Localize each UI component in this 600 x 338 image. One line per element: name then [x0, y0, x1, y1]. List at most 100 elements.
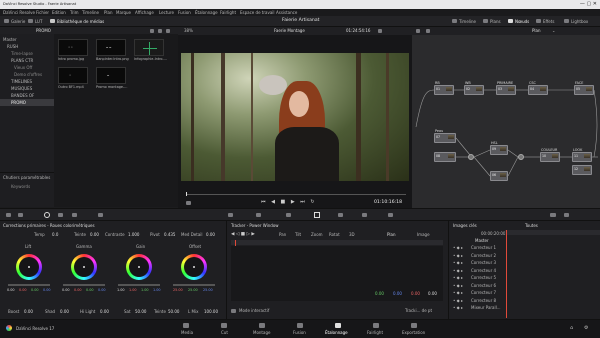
window-controls[interactable]: — ▢ ✕: [580, 1, 597, 7]
camera-raw-icon[interactable]: [6, 213, 11, 217]
pointer-icon[interactable]: [416, 29, 420, 33]
list-view-icon[interactable]: [150, 28, 154, 33]
bin-item-promo[interactable]: PROMO: [11, 101, 26, 105]
gallery-icon[interactable]: [4, 19, 9, 23]
bin-item-vieux[interactable]: Vieux Off: [14, 66, 32, 70]
node-wb[interactable]: WB 02: [464, 81, 484, 95]
tracker-ruler[interactable]: [231, 240, 443, 245]
clip-thumbnail[interactable]: [134, 39, 164, 56]
node-look[interactable]: LOOK 11: [572, 148, 592, 162]
viewer-mode-icon[interactable]: [186, 201, 191, 205]
layer-mixer-node[interactable]: [468, 154, 474, 160]
lut-button[interactable]: LUT: [35, 19, 42, 24]
viewer-options-icon[interactable]: [378, 29, 382, 33]
viewer-timecode[interactable]: 01:24:54:16: [346, 29, 370, 33]
offset-g[interactable]: 25.00: [188, 288, 198, 292]
tab-plan[interactable]: Plan: [387, 233, 396, 237]
lift-g[interactable]: 0.00: [31, 288, 39, 292]
tint-value[interactable]: 0.00: [90, 233, 99, 237]
menu-item-fairlight[interactable]: Fairlight: [220, 10, 236, 15]
clip-thumbnail[interactable]: ✦: [58, 67, 88, 84]
node-06[interactable]: 06: [490, 171, 508, 181]
keyframe-row[interactable]: Correcteur 4: [471, 268, 496, 273]
menu-item-timeline[interactable]: Timeline: [82, 10, 99, 15]
gain-b[interactable]: 1.00: [153, 288, 161, 292]
lightbox-button[interactable]: Lightbox: [571, 19, 588, 24]
offset-r[interactable]: 25.00: [173, 288, 183, 292]
chevron-down-icon[interactable]: ⌄: [552, 28, 555, 33]
deliver-page-icon[interactable]: [411, 323, 417, 328]
nodes-icon[interactable]: [508, 19, 513, 23]
scrubber[interactable]: [186, 194, 406, 195]
grid-view-icon[interactable]: [158, 28, 162, 33]
page-tab-edit[interactable]: Montage: [253, 331, 270, 335]
gain-r[interactable]: 1.00: [129, 288, 137, 292]
offset-b[interactable]: 25.00: [203, 288, 213, 292]
clips-button[interactable]: Plans: [490, 19, 501, 24]
gain-y[interactable]: 1.00: [117, 288, 125, 292]
keyframe-row[interactable]: Correcteur 5: [471, 276, 496, 280]
home-icon[interactable]: ⌂: [570, 326, 573, 331]
menu-item-playback[interactable]: Lecture: [159, 10, 174, 15]
gamma-wheel[interactable]: [71, 254, 97, 280]
smart-bin-keywords[interactable]: Keywords: [11, 185, 30, 189]
media-page-icon[interactable]: [183, 323, 189, 328]
menu-item-help[interactable]: Assistance: [276, 10, 297, 15]
bin-item-rush[interactable]: RUSH: [7, 45, 18, 49]
keyframe-row[interactable]: Correcteur 1: [471, 246, 496, 250]
menu-item-workspace[interactable]: Espace de travail: [240, 10, 275, 15]
curves-icon[interactable]: [98, 213, 103, 217]
temp-value[interactable]: 0.0: [52, 233, 58, 237]
page-tab-media[interactable]: Media: [181, 331, 193, 335]
node-12[interactable]: 12: [572, 165, 592, 175]
lut-icon[interactable]: [28, 19, 33, 23]
shadows-value[interactable]: 0.00: [60, 310, 69, 314]
keyframes-ruler[interactable]: [505, 230, 600, 235]
keyframes-mode[interactable]: Toutes: [525, 224, 538, 228]
gallery-button[interactable]: Galerie: [11, 19, 25, 24]
tilt-checkbox[interactable]: Tilt: [295, 233, 301, 237]
keyframes-timecode[interactable]: 00:00:20:00: [481, 232, 505, 236]
gain-master-slider[interactable]: [118, 284, 160, 286]
timeline-icon[interactable]: [452, 19, 457, 23]
video-frame[interactable]: [181, 53, 409, 181]
boost-value[interactable]: 0.00: [24, 310, 33, 314]
edit-page-icon[interactable]: [259, 323, 265, 328]
bin-item-musiques[interactable]: MUSIQUES: [11, 87, 32, 91]
zoom-checkbox[interactable]: Zoom: [311, 233, 323, 237]
interactive-mode-label[interactable]: Mode interactif: [239, 309, 269, 313]
menu-item-edit[interactable]: Edition: [52, 10, 66, 15]
zoom-level[interactable]: 38%: [184, 29, 193, 33]
keyframe-row[interactable]: Mixeur Parall...: [471, 306, 501, 310]
offset-master-slider[interactable]: [173, 284, 215, 286]
tracker-icon[interactable]: [286, 213, 291, 217]
menu-item-app[interactable]: DaVinci Resolve: [3, 10, 35, 15]
search-icon[interactable]: [166, 28, 170, 33]
node-hsl[interactable]: HSL 09: [490, 141, 508, 155]
menu-item-clip[interactable]: Plan: [104, 10, 113, 15]
node-couleur[interactable]: COULEUR 10: [540, 148, 560, 162]
node-primaire[interactable]: PRIMAIRE 03: [496, 81, 516, 95]
bin-item-master[interactable]: Master: [3, 38, 17, 42]
color-page-icon[interactable]: [335, 323, 341, 328]
mid-detail-value[interactable]: 0.00: [206, 233, 215, 237]
menu-item-color[interactable]: Étalonnage: [195, 10, 218, 15]
key-icon[interactable]: [362, 213, 367, 217]
node-08[interactable]: 08: [434, 152, 456, 162]
timeline-button[interactable]: Timeline: [459, 19, 476, 24]
lift-wheel[interactable]: [16, 254, 42, 280]
gamma-r[interactable]: 0.00: [74, 288, 82, 292]
magic-mask-icon[interactable]: [314, 212, 320, 218]
menu-item-mark[interactable]: Marque: [116, 10, 131, 15]
effects-button[interactable]: Effets: [543, 19, 554, 24]
clip-thumbnail[interactable]: ▬ ▬: [96, 39, 126, 56]
blur-icon[interactable]: [338, 213, 343, 217]
lift-b[interactable]: 0.00: [43, 288, 51, 292]
highlights-value[interactable]: 0.00: [100, 310, 109, 314]
nodes-button[interactable]: Nœuds: [515, 19, 529, 24]
node-rb[interactable]: RB 01: [434, 81, 454, 95]
gain-g[interactable]: 1.00: [141, 288, 149, 292]
motion-effects-icon[interactable]: [72, 213, 77, 217]
interactive-toggle-icon[interactable]: [231, 309, 236, 313]
color-match-icon[interactable]: [18, 213, 23, 217]
